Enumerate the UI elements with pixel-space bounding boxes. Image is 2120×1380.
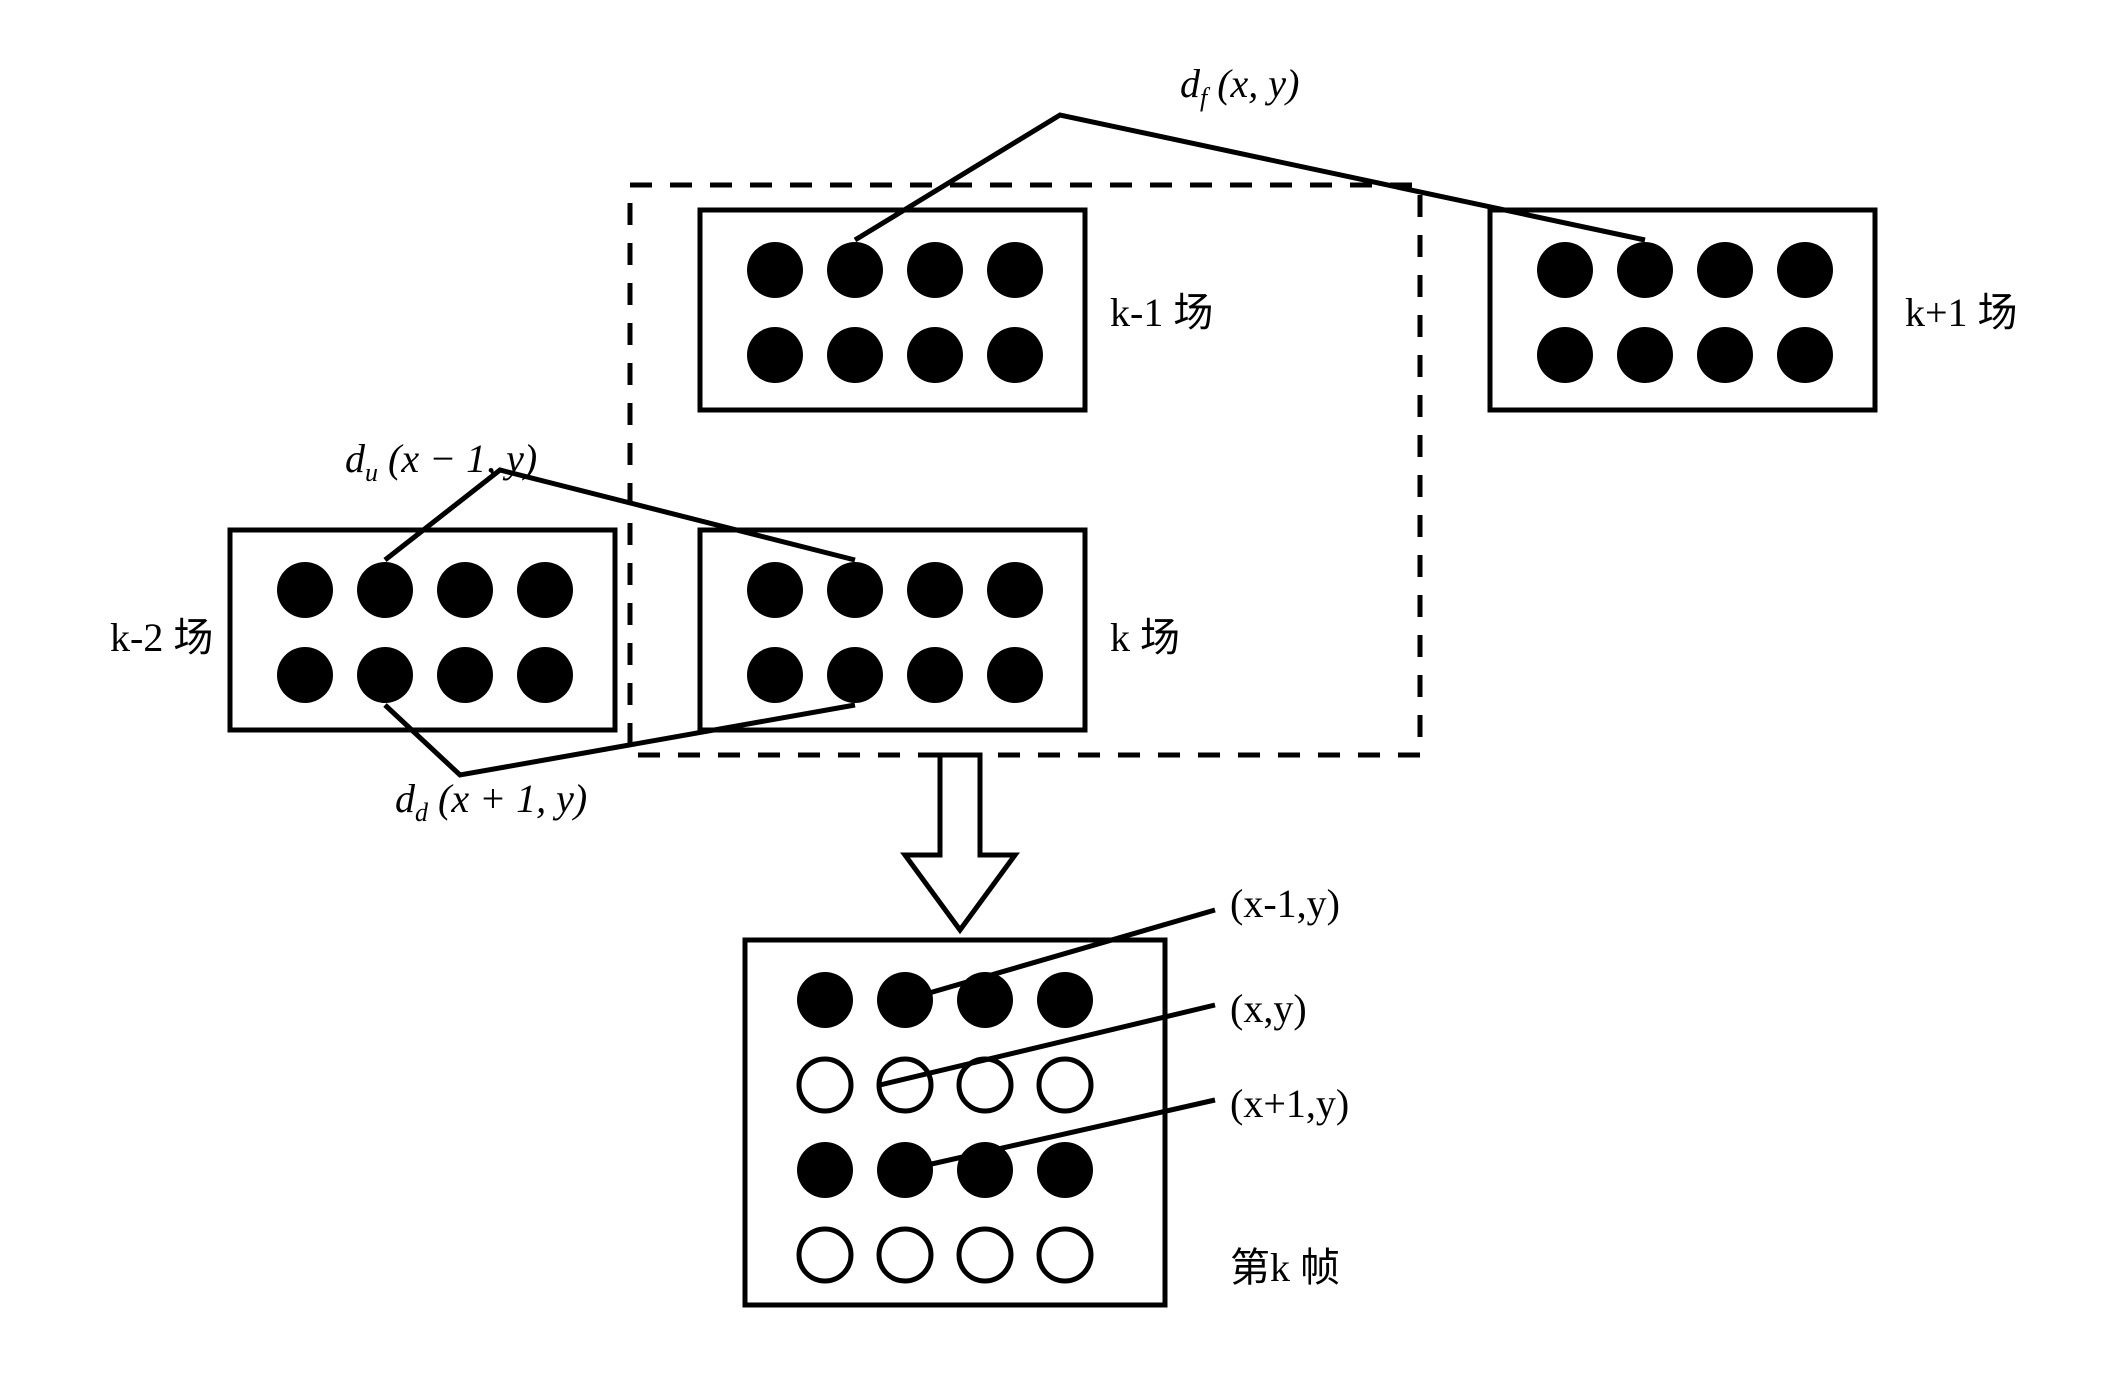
field-km2-label: k-2 场: [110, 605, 213, 663]
diagram-stage: df (x, y) du (x − 1, y) dd (x + 1, y) k-…: [0, 0, 2120, 1380]
frame-k-label: 第k 帧: [1230, 1235, 1340, 1293]
field-k: [700, 530, 1085, 730]
dd-connector: [385, 705, 855, 775]
df-label: df (x, y): [1180, 60, 1299, 113]
diagram-svg: [0, 0, 2120, 1380]
du-label: du (x − 1, y): [345, 435, 537, 488]
down-arrow-icon: [905, 755, 1015, 930]
field-k-label: k 场: [1110, 605, 1180, 663]
field-kp1: [1490, 210, 1875, 410]
field-km2: [230, 530, 615, 730]
frame-k: [745, 940, 1165, 1305]
coord-xm1y: (x-1,y): [1230, 880, 1340, 927]
coord-xy: (x,y): [1230, 985, 1307, 1032]
coord-xp1y: (x+1,y): [1230, 1080, 1349, 1127]
field-km1: [700, 210, 1085, 410]
df-connector: [855, 115, 1645, 240]
field-km1-label: k-1 场: [1110, 280, 1213, 338]
field-kp1-label: k+1 场: [1905, 280, 2018, 338]
dd-label: dd (x + 1, y): [395, 775, 587, 828]
